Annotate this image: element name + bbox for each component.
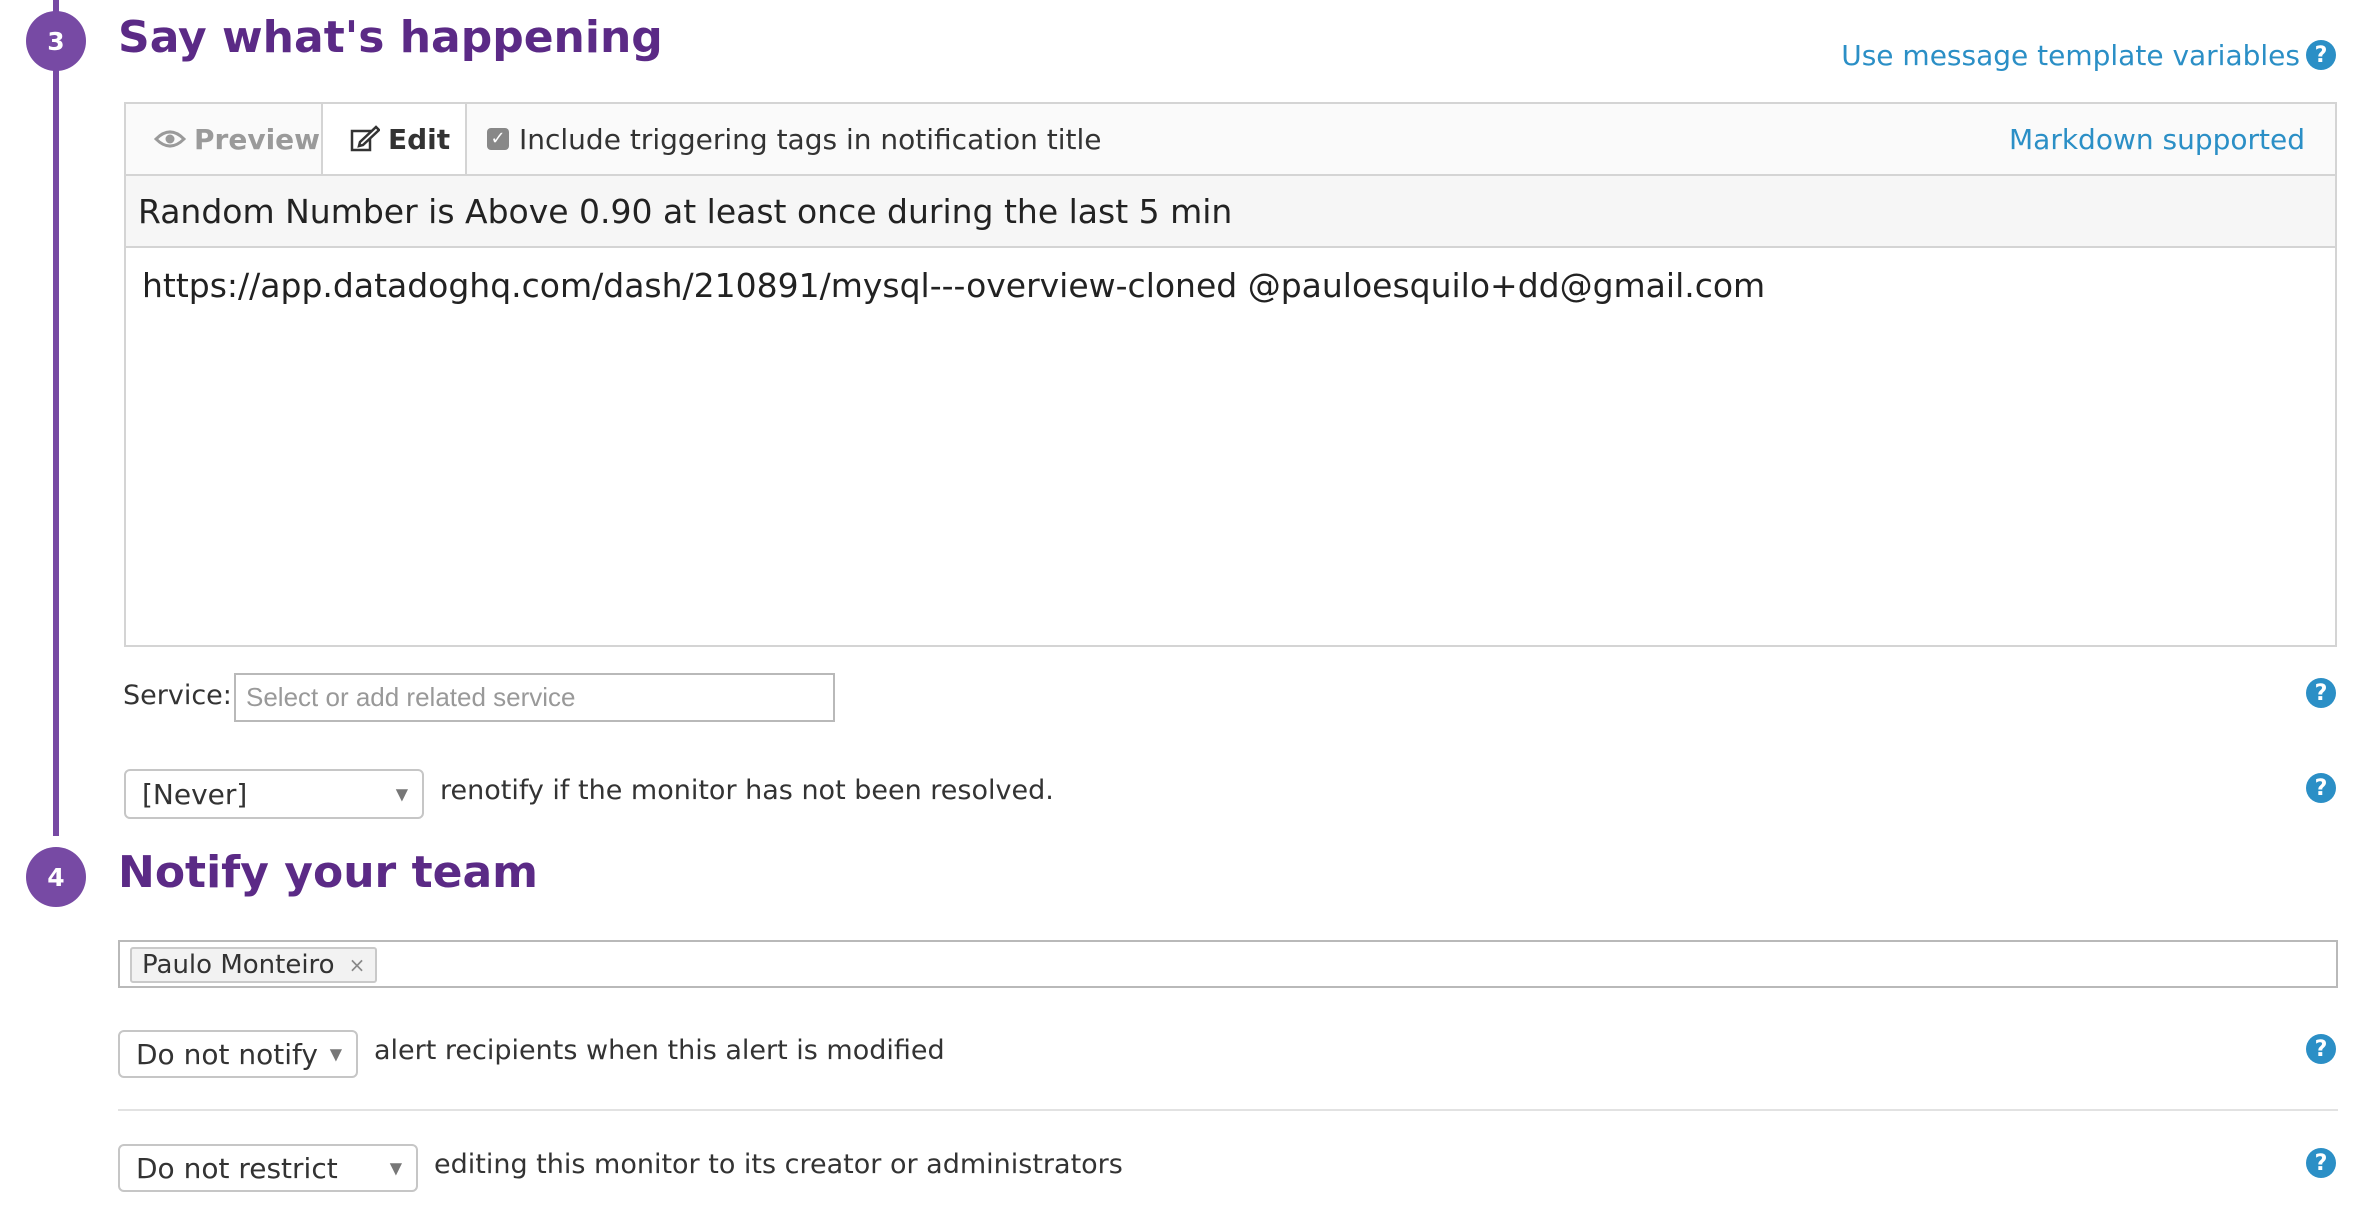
include-tags-option[interactable]: ✓ Include triggering tags in notificatio… <box>487 104 1102 174</box>
notify-modified-select[interactable]: Do not notify ▼ <box>118 1030 358 1078</box>
tab-edit[interactable]: Edit <box>323 104 467 174</box>
recipient-tag-label: Paulo Monteiro <box>142 950 335 980</box>
step-4-badge: 4 <box>26 847 86 907</box>
recipients-input[interactable]: Paulo Monteiro × <box>118 940 2338 988</box>
step-3-badge: 3 <box>26 11 86 71</box>
include-tags-label: Include triggering tags in notification … <box>519 122 1102 156</box>
tab-preview[interactable]: Preview <box>126 104 323 174</box>
renotify-selected-value: [Never] <box>142 777 248 811</box>
message-editor: Preview Edit ✓ Include triggering tags i… <box>124 102 2337 647</box>
service-help-icon[interactable]: ? <box>2306 678 2336 708</box>
message-template-variables-link[interactable]: Use message template variables <box>1841 39 2300 72</box>
renotify-help-icon[interactable]: ? <box>2306 773 2336 803</box>
renotify-select[interactable]: [Never] ▼ <box>124 769 424 819</box>
dropdown-arrow-icon: ▼ <box>329 1044 342 1064</box>
restrict-editing-help-icon[interactable]: ? <box>2306 1148 2336 1178</box>
notify-modified-text: alert recipients when this alert is modi… <box>374 1035 945 1066</box>
editor-tabbar: Preview Edit ✓ Include triggering tags i… <box>126 104 2335 176</box>
notification-body-textarea[interactable]: https://app.datadoghq.com/dash/210891/my… <box>126 248 2335 645</box>
tab-preview-label: Preview <box>194 122 321 156</box>
renotify-text: renotify if the monitor has not been res… <box>440 775 1054 806</box>
markdown-supported-link[interactable]: Markdown supported <box>2009 104 2305 174</box>
timeline-line <box>53 0 59 836</box>
restrict-editing-selected-value: Do not restrict <box>136 1151 338 1185</box>
section-divider <box>118 1109 2338 1111</box>
service-input[interactable]: Select or add related service <box>234 673 835 722</box>
restrict-editing-select[interactable]: Do not restrict ▼ <box>118 1144 418 1192</box>
step-4-title: Notify your team <box>118 847 538 898</box>
notify-modified-help-icon[interactable]: ? <box>2306 1034 2336 1064</box>
include-tags-checkbox[interactable]: ✓ <box>487 128 509 150</box>
dropdown-arrow-icon: ▼ <box>389 1158 402 1178</box>
edit-icon <box>350 125 380 153</box>
service-label: Service: <box>123 680 232 711</box>
notify-modified-selected-value: Do not notify <box>136 1037 318 1071</box>
remove-recipient-icon[interactable]: × <box>349 953 366 977</box>
step-3-title: Say what's happening <box>118 12 663 63</box>
restrict-editing-text: editing this monitor to its creator or a… <box>434 1149 1123 1180</box>
dropdown-arrow-icon: ▼ <box>395 784 408 804</box>
eye-icon <box>154 129 186 149</box>
recipient-tag: Paulo Monteiro × <box>130 947 378 983</box>
notification-title-input[interactable]: Random Number is Above 0.90 at least onc… <box>126 176 2335 248</box>
template-help-icon[interactable]: ? <box>2306 40 2336 70</box>
tab-edit-label: Edit <box>388 122 451 156</box>
